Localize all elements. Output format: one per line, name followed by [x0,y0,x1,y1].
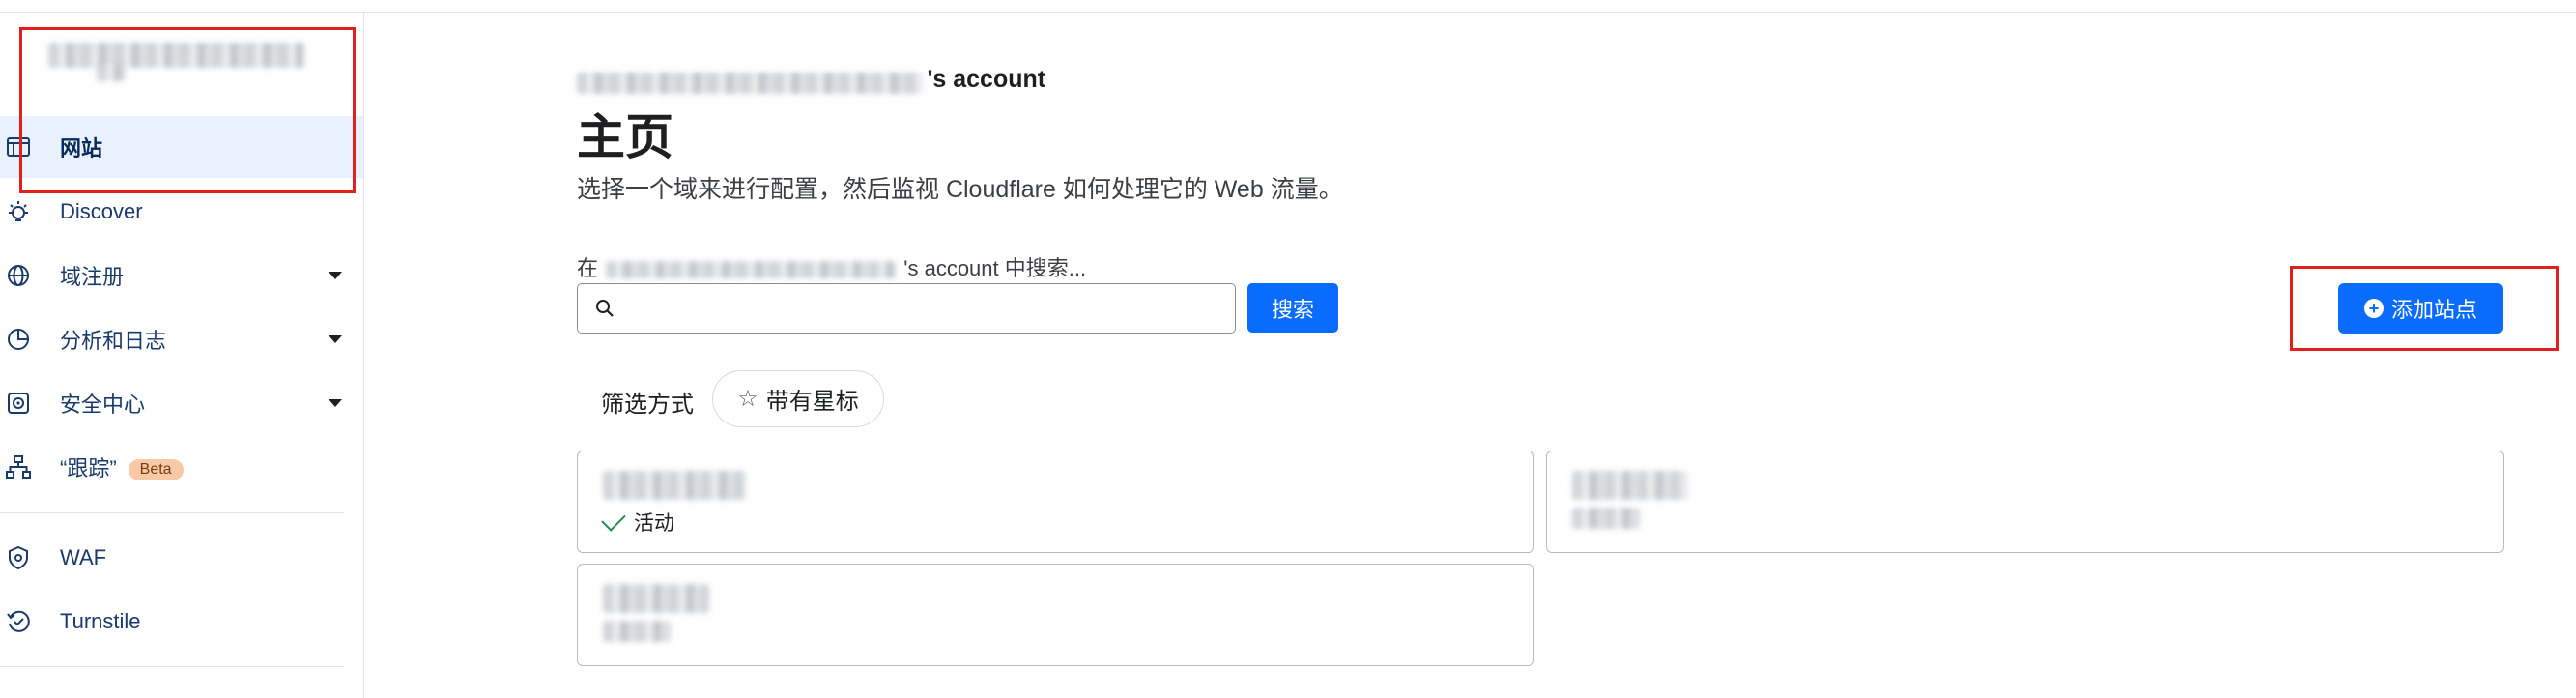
chevron-down-icon[interactable] [329,399,342,407]
top-border [0,0,2576,13]
lightbulb-icon [4,197,33,226]
site-status-label: 活动 [634,512,674,535]
sidebar-item-domain-registration[interactable]: 域注册 [0,245,363,306]
sidebar-item-websites[interactable]: 网站 [0,116,363,178]
filter-label: 筛选方式 [601,392,694,418]
site-status-redacted [603,621,671,642]
add-site-label: 添加站点 [2390,298,2476,322]
site-card[interactable] [577,564,1534,666]
site-status [1572,508,1640,529]
search-label: 在 's account 中搜索... [577,251,1086,282]
site-domain-redacted [603,584,709,613]
account-name-redacted [48,43,304,68]
page-title: 主页 [577,110,673,164]
browser-window-icon [4,132,33,161]
site-card[interactable]: 活动 [577,451,1534,553]
sidebar-divider [0,666,344,667]
sidebar-item-label: “跟踪” [60,456,117,480]
account-name-redacted [606,261,897,279]
sidebar: 网站 Discover 域注册 分析和日志 安全中心 “跟踪” Beta WAF… [0,12,364,698]
sitemap-icon [4,452,33,481]
site-domain-redacted [1572,471,1688,500]
plus-circle-icon: + [2363,299,2384,318]
sidebar-item-label: 安全中心 [60,393,146,417]
star-icon: ☆ [737,386,758,412]
sidebar-item-label: Discover [60,199,143,223]
account-name-redacted [577,72,923,94]
sidebar-item-waf[interactable]: WAF [0,527,363,589]
sidebar-item-label: WAF [60,545,107,569]
search-label-suffix: 's account 中搜索... [903,256,1087,280]
starred-filter-chip[interactable]: ☆ 带有星标 [712,370,884,427]
chevron-down-icon[interactable] [329,335,342,343]
security-center-icon [4,389,33,418]
sidebar-item-analytics-logs[interactable]: 分析和日志 [0,308,363,370]
site-status: 活动 [601,507,674,537]
sidebar-item-turnstile[interactable]: Turnstile [0,591,363,653]
sidebar-item-label: 域注册 [60,265,125,289]
sidebar-item-security-center[interactable]: 安全中心 [0,372,363,434]
sidebar-item-discover[interactable]: Discover [0,181,363,243]
add-site-button[interactable]: + 添加站点 [2338,283,2503,334]
search-icon [595,299,614,317]
site-card[interactable] [1546,451,2504,553]
search-label-prefix: 在 [577,256,599,280]
sidebar-divider [0,512,344,513]
beta-badge: Beta [128,459,184,481]
starred-filter-label: 带有星标 [765,389,859,415]
sidebar-item-trace[interactable]: “跟踪” Beta [0,436,363,498]
search-input[interactable] [577,283,1236,334]
globe-icon [4,261,33,290]
turnstile-icon [4,607,33,636]
account-header-suffix: 's account [927,66,1046,93]
site-status [603,621,671,642]
sidebar-item-label-wrap: “跟踪” Beta [60,451,184,482]
page-description: 选择一个域来进行配置，然后监视 Cloudflare 如何处理它的 Web 流量… [577,176,1343,203]
chevron-down-icon[interactable] [329,272,342,279]
account-header: 's account [577,66,1045,94]
site-status-redacted [1572,508,1640,529]
shield-gear-icon [4,543,33,572]
account-name-redacted-2 [97,64,126,81]
check-icon [601,507,626,532]
sidebar-item-label: 分析和日志 [60,329,167,353]
search-button[interactable]: 搜索 [1247,283,1338,333]
account-switcher[interactable] [0,12,363,103]
sidebar-item-label: Turnstile [60,609,141,633]
sidebar-item-label: 网站 [60,136,103,160]
site-domain-redacted [603,471,746,500]
pie-chart-icon [4,325,33,354]
